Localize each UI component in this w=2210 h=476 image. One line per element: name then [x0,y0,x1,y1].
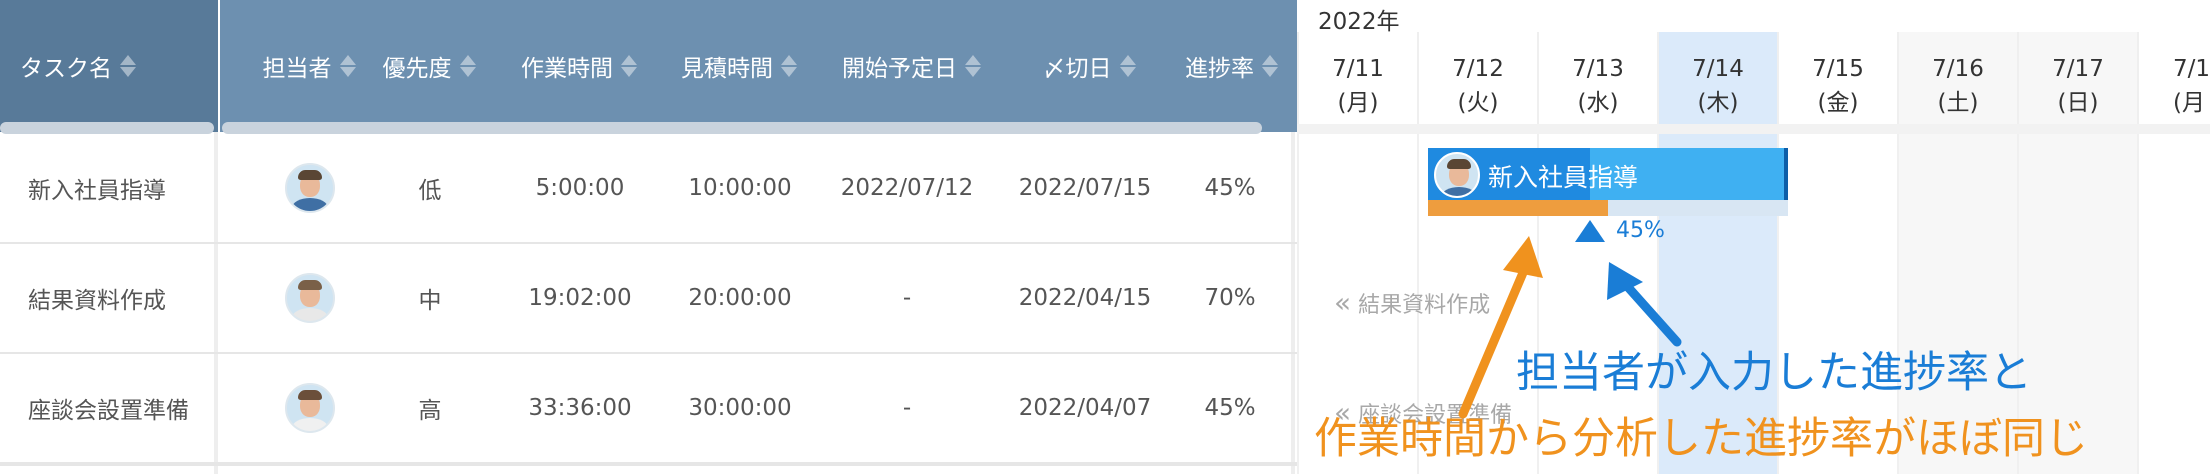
task-name-header-label: タスク名 [20,56,112,82]
priority-cell: 高 [418,398,442,424]
avatar[interactable] [285,273,335,323]
task-name-cell: 新入社員指導 [28,178,166,204]
work-time-cell: 5:00:00 [535,175,625,201]
table-row[interactable]: 座談会設置準備 高 33:36:00 30:00:00 - 2022/04/07… [0,354,1297,464]
deadline-column-header[interactable]: 〆切日 [1020,48,1160,84]
progress-cell: 45% [1204,175,1256,201]
start-date-column-header[interactable]: 開始予定日 [825,48,1000,84]
annotation-blue-text: 担当者が入力した進捗率と [1516,348,2032,398]
work-time-header-label: 作業時間 [521,56,613,82]
table-row [0,464,1297,476]
assignee-header-label: 担当者 [262,56,332,82]
task-name-scrollbar[interactable] [0,122,214,134]
priority-column-header[interactable]: 優先度 [375,48,485,84]
deadline-cell: 2022/07/15 [1018,175,1152,201]
progress-cell: 45% [1204,395,1256,421]
work-time-cell: 19:02:00 [528,285,632,311]
estimate-cell: 10:00:00 [688,175,792,201]
avatar[interactable] [285,163,335,213]
task-name-cell: 結果資料作成 [28,288,166,314]
progress-column-header[interactable]: 進捗率 [1175,48,1290,84]
deadline-cell: 2022/04/07 [1018,395,1152,421]
sort-icon[interactable] [779,51,799,81]
estimate-column-header[interactable]: 見積時間 [665,48,815,84]
avatar[interactable] [285,383,335,433]
priority-cell: 中 [418,288,442,314]
progress-cell: 70% [1204,285,1256,311]
deadline-header-label: 〆切日 [1042,56,1112,82]
task-columns-header: 担当者 優先度 作業時間 見積時間 開始予定日 〆切日 進捗率 [220,0,1297,134]
work-time-column-header[interactable]: 作業時間 [505,48,655,84]
sort-icon[interactable] [963,51,983,81]
annotation-orange-text: 作業時間から分析した進捗率がほぼ同じ [1314,414,2088,464]
start-date-cell: 2022/07/12 [840,175,974,201]
annotation-arrows [1458,236,1682,419]
priority-cell: 低 [418,178,442,204]
assignee-cell [250,244,370,352]
estimate-header-label: 見積時間 [681,56,773,82]
work-time-cell: 33:36:00 [528,395,632,421]
sort-icon[interactable] [1260,51,1280,81]
start-date-header-label: 開始予定日 [842,56,957,82]
table-row[interactable]: 新入社員指導 低 5:00:00 10:00:00 2022/07/12 202… [0,134,1297,244]
assignee-cell [250,134,370,242]
progress-header-label: 進捗率 [1185,56,1254,82]
task-name-cell: 座談会設置準備 [28,398,189,424]
priority-header-label: 優先度 [382,56,452,82]
sort-icon[interactable] [458,51,478,81]
assignee-cell [250,354,370,462]
estimate-cell: 30:00:00 [688,395,792,421]
sort-icon[interactable] [1118,51,1138,81]
blue-arrow-icon [1607,262,1682,347]
deadline-cell: 2022/04/15 [1018,285,1152,311]
sort-icon[interactable] [118,51,138,81]
task-name-header: タスク名 [0,0,218,134]
table-row[interactable]: 結果資料作成 中 19:02:00 20:00:00 - 2022/04/15 … [0,244,1297,354]
start-date-cell: - [902,285,912,311]
sort-icon[interactable] [338,51,358,81]
assignee-column-header[interactable]: 担当者 [255,48,365,84]
task-columns-scrollbar[interactable] [222,122,1262,134]
task-name-column-header[interactable]: タスク名 [20,48,170,84]
start-date-cell: - [902,395,912,421]
sort-icon[interactable] [619,51,639,81]
estimate-cell: 20:00:00 [688,285,792,311]
